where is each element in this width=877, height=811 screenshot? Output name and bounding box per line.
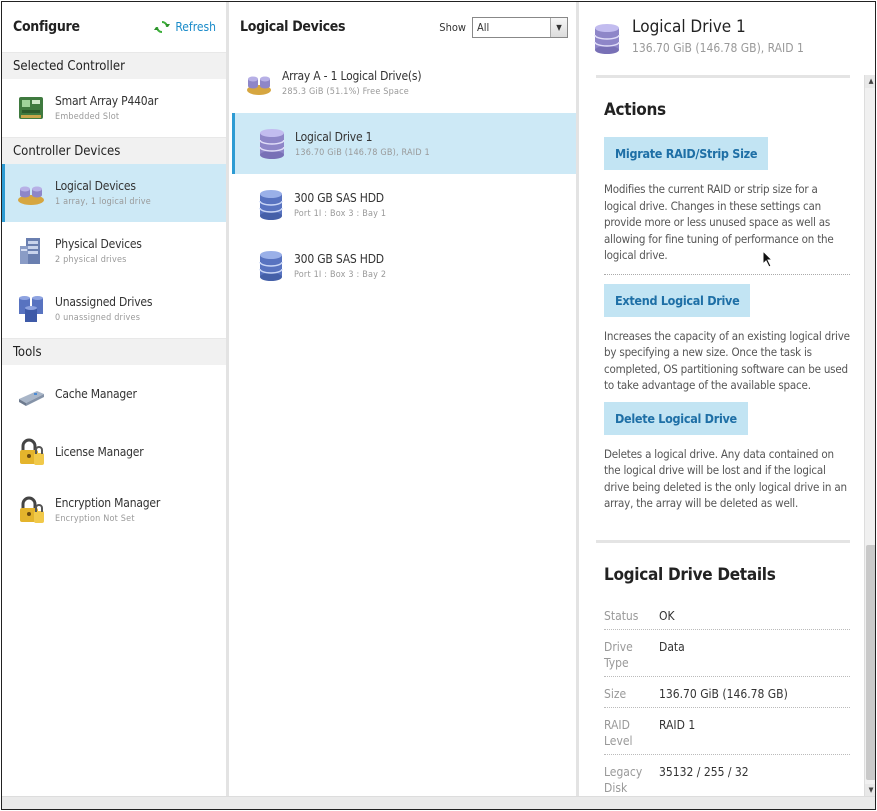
list-item-array-a[interactable]: Array A - 1 Logical Drive(s) 285.3 GiB (… <box>232 52 576 113</box>
show-select[interactable]: All ▼ <box>472 16 568 38</box>
detail-row-status: Status OK <box>604 599 850 630</box>
detail-row-legacy-disk: Legacy Disk 35132 / 255 / 32 <box>604 755 850 798</box>
chevron-down-icon: ▼ <box>550 17 567 37</box>
horizontal-scrollbar[interactable] <box>2 796 875 809</box>
unassigned-drives-icon <box>19 296 43 322</box>
array-icon <box>247 76 271 95</box>
detail-row-raid-level: RAID Level RAID 1 <box>604 708 850 755</box>
details-table: Status OK Drive Type Data Size 136.70 Gi… <box>604 599 850 798</box>
detail-value: RAID 1 <box>659 717 696 732</box>
section-tools: Tools <box>2 338 226 365</box>
logical-drive-icon <box>594 24 620 54</box>
extend-logical-drive-button[interactable]: Extend Logical Drive <box>604 283 751 317</box>
mouse-cursor-icon <box>762 250 774 268</box>
controller-label: Smart Array P440ar <box>55 94 159 108</box>
hdd-icon <box>259 189 283 220</box>
section-controller-devices: Controller Devices <box>2 137 226 164</box>
detail-row-drive-type: Drive Type Data <box>604 630 850 677</box>
refresh-button[interactable]: Refresh <box>154 19 216 35</box>
padlock-icon <box>20 438 44 465</box>
detail-scrollbar[interactable]: ▲ ▼ <box>864 75 875 797</box>
show-select-value: All <box>477 20 490 34</box>
padlock-icon <box>20 496 44 523</box>
nav-item-physical-devices[interactable]: Physical Devices 2 physical drives <box>2 222 226 280</box>
scroll-up-icon[interactable]: ▲ <box>865 75 875 88</box>
hdd-1-label: 300 GB SAS HDD <box>294 190 384 205</box>
logical-devices-label: Logical Devices <box>55 179 136 193</box>
detail-value: Data <box>659 639 685 654</box>
logical-devices-icon <box>18 186 44 205</box>
configure-header: Configure Refresh <box>2 2 226 52</box>
detail-scroll-area: Actions Migrate RAID/Strip Size Modifies… <box>582 75 864 797</box>
divider <box>596 539 850 543</box>
detail-value: 35132 / 255 / 32 <box>659 764 749 779</box>
delete-logical-drive-desc: Deletes a logical drive. Any data contai… <box>604 446 847 511</box>
app-window: Configure Refresh Selected Controller Sm… <box>1 1 876 810</box>
cache-manager-icon <box>19 391 44 406</box>
encryption-manager-label: Encryption Manager <box>55 496 161 510</box>
encryption-manager-sub: Encryption Not Set <box>55 514 135 524</box>
hdd-2-sub: Port 1I : Box 3 : Bay 2 <box>294 269 387 280</box>
controller-sub: Embedded Slot <box>55 112 120 122</box>
list-item-hdd-bay-2[interactable]: 300 GB SAS HDD Port 1I : Box 3 : Bay 2 <box>232 235 576 296</box>
show-filter: Show All ▼ <box>439 16 568 38</box>
physical-devices-sub: 2 physical drives <box>55 255 127 265</box>
array-sub: 285.3 GiB (51.1%) Free Space <box>282 86 409 97</box>
license-manager-label: License Manager <box>55 445 144 459</box>
tool-encryption-manager[interactable]: Encryption Manager Encryption Not Set <box>2 481 226 539</box>
tool-cache-manager[interactable]: Cache Manager <box>2 365 226 423</box>
cache-manager-label: Cache Manager <box>55 387 137 401</box>
detail-key: Size <box>604 686 627 701</box>
detail-key: Drive Type <box>604 639 633 670</box>
logical-drive-label: Logical Drive 1 <box>295 129 373 144</box>
hdd-1-sub: Port 1I : Box 3 : Bay 1 <box>294 208 387 219</box>
list-item-logical-drive-1[interactable]: Logical Drive 1 136.70 GiB (146.78 GB), … <box>232 113 576 174</box>
show-label: Show <box>439 20 466 34</box>
detail-value: OK <box>659 608 675 623</box>
logical-devices-title: Logical Devices <box>240 19 346 35</box>
nav-item-unassigned-drives[interactable]: Unassigned Drives 0 unassigned drives <box>2 280 226 338</box>
configure-panel: Configure Refresh Selected Controller Sm… <box>2 2 229 797</box>
detail-panel: Logical Drive 1 136.70 GiB (146.78 GB), … <box>582 2 875 797</box>
controller-card-icon <box>19 97 43 119</box>
tool-license-manager[interactable]: License Manager <box>2 423 226 481</box>
detail-key: Legacy Disk <box>604 764 643 795</box>
actions-section: Actions Migrate RAID/Strip Size Modifies… <box>582 100 864 512</box>
list-item-hdd-bay-1[interactable]: 300 GB SAS HDD Port 1I : Box 3 : Bay 1 <box>232 174 576 235</box>
unassigned-drives-sub: 0 unassigned drives <box>55 313 141 323</box>
extend-logical-drive-desc: Increases the capacity of an existing lo… <box>604 328 850 393</box>
detail-title: Logical Drive 1 <box>632 17 746 37</box>
detail-key: Status <box>604 608 639 623</box>
logical-drive-sub: 136.70 GiB (146.78 GB), RAID 1 <box>295 147 430 158</box>
divider <box>596 75 850 78</box>
controller-item[interactable]: Smart Array P440ar Embedded Slot <box>2 79 226 137</box>
array-label: Array A - 1 Logical Drive(s) <box>282 68 422 83</box>
physical-devices-icon <box>20 238 40 264</box>
refresh-icon <box>154 21 171 33</box>
configure-title: Configure <box>13 19 80 35</box>
unassigned-drives-label: Unassigned Drives <box>55 295 153 309</box>
hdd-2-label: 300 GB SAS HDD <box>294 251 384 266</box>
detail-header: Logical Drive 1 136.70 GiB (146.78 GB), … <box>582 2 875 74</box>
delete-logical-drive-button[interactable]: Delete Logical Drive <box>604 401 748 435</box>
refresh-label: Refresh <box>175 20 216 34</box>
hdd-icon <box>259 250 283 281</box>
logical-devices-header: Logical Devices Show All ▼ <box>232 2 576 52</box>
migrate-raid-desc: Modifies the current RAID or strip size … <box>604 182 834 262</box>
details-title: Logical Drive Details <box>604 564 776 585</box>
divider <box>604 273 850 275</box>
scrollbar-thumb[interactable] <box>866 545 875 780</box>
migrate-raid-button[interactable]: Migrate RAID/Strip Size <box>604 137 769 170</box>
logical-devices-sub: 1 array, 1 logical drive <box>55 197 151 207</box>
logical-drive-icon <box>259 128 285 159</box>
detail-key: RAID Level <box>604 717 633 748</box>
logical-devices-panel: Logical Devices Show All ▼ Array A - 1 L… <box>232 2 579 797</box>
nav-item-logical-devices[interactable]: Logical Devices 1 array, 1 logical drive <box>2 164 226 222</box>
section-selected-controller: Selected Controller <box>2 52 226 79</box>
actions-title: Actions <box>604 100 666 120</box>
detail-row-size: Size 136.70 GiB (146.78 GB) <box>604 677 850 708</box>
physical-devices-label: Physical Devices <box>55 237 142 251</box>
detail-subtitle: 136.70 GiB (146.78 GB), RAID 1 <box>632 41 804 55</box>
detail-value: 136.70 GiB (146.78 GB) <box>659 686 788 701</box>
